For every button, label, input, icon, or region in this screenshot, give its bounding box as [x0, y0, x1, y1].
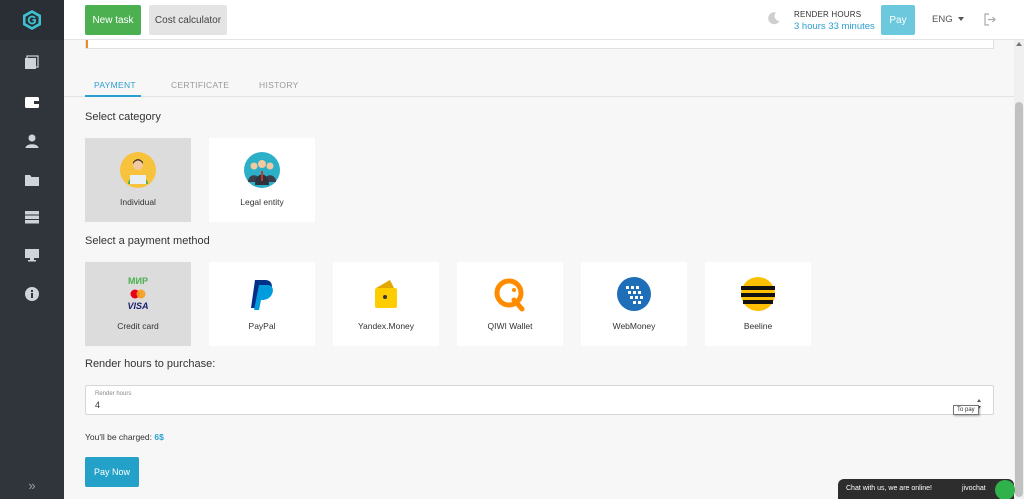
dashboard-icon [25, 55, 39, 69]
charged-amount: 6$ [154, 432, 164, 442]
yandex-money-icon [375, 280, 397, 308]
tab-payment[interactable]: PAYMENT [94, 80, 136, 90]
render-hours-field-label: Render hours [95, 391, 132, 397]
sidebar-item-wallet[interactable] [0, 83, 64, 121]
sidebar-item-info[interactable] [0, 275, 64, 313]
payment-webmoney-label: WebMoney [612, 321, 656, 331]
payment-webmoney[interactable]: WebMoney [581, 262, 687, 346]
payment-paypal-label: PayPal [248, 321, 276, 331]
scroll-up-icon[interactable] [1016, 42, 1022, 46]
stepper-up-icon[interactable] [977, 399, 981, 402]
language-selector[interactable]: ENG [932, 14, 964, 25]
payment-beeline-label: Beeline [743, 321, 773, 331]
payment-credit-card-label: Credit card [117, 321, 159, 331]
category-title: Select category [85, 111, 161, 123]
credit-card-icon: МИР VISA [115, 276, 161, 316]
active-tab-indicator [85, 95, 141, 97]
sidebar-item-dashboard[interactable] [0, 44, 64, 82]
legal-entity-group-icon [244, 152, 280, 188]
info-icon [25, 287, 39, 301]
beeline-icon [741, 277, 775, 311]
tabs: PAYMENT CERTIFICATE HISTORY [64, 74, 1014, 97]
scrollbar-thumb[interactable] [1015, 102, 1023, 497]
category-individual[interactable]: Individual [85, 138, 191, 222]
render-hours-field[interactable]: Render hours [85, 385, 994, 415]
sidebar-item-monitor[interactable] [0, 236, 64, 274]
chat-brand: jivochat [962, 485, 986, 492]
charged-summary: You'll be charged: 6$ [85, 432, 164, 442]
payment-yandex-money[interactable]: Yandex.Money [333, 262, 439, 346]
top-bar: New task Cost calculator RENDER HOURS 3 … [64, 0, 1024, 40]
moon-icon[interactable] [767, 11, 781, 25]
pay-button[interactable]: Pay [881, 5, 915, 35]
qiwi-icon [494, 278, 525, 312]
server-icon [25, 211, 39, 224]
new-task-button[interactable]: New task [85, 5, 141, 35]
payment-method-title: Select a payment method [85, 235, 210, 247]
sidebar: » [0, 0, 64, 499]
tab-history[interactable]: HISTORY [259, 80, 299, 90]
payment-credit-card[interactable]: МИР VISA Credit card [85, 262, 191, 346]
sidebar-item-folder[interactable] [0, 161, 64, 199]
cost-calculator-button[interactable]: Cost calculator [149, 5, 227, 35]
user-icon [25, 134, 39, 148]
visa-logo: VISA [127, 301, 149, 311]
chat-message: Chat with us, we are online! [846, 485, 932, 492]
individual-person-icon [120, 152, 156, 188]
render-hours-purchase-title: Render hours to purchase: [85, 358, 216, 370]
render-hours-input[interactable] [95, 400, 395, 410]
sidebar-collapse-button[interactable]: » [0, 478, 64, 493]
sidebar-item-user[interactable] [0, 122, 64, 160]
progress-strip [85, 40, 994, 49]
scrollbar[interactable] [1014, 40, 1024, 499]
pay-now-button[interactable]: Pay Now [85, 457, 139, 487]
category-individual-label: Individual [120, 197, 156, 207]
payment-beeline[interactable]: Beeline [705, 262, 811, 346]
tab-certificate[interactable]: CERTIFICATE [171, 80, 229, 90]
monitor-icon [25, 249, 39, 262]
payment-qiwi-wallet[interactable]: QIWI Wallet [457, 262, 563, 346]
sidebar-item-server[interactable] [0, 198, 64, 236]
logout-icon[interactable] [984, 13, 996, 26]
charged-prefix: You'll be charged: [85, 432, 152, 442]
app-logo-icon [23, 10, 41, 30]
chat-status-icon [995, 480, 1015, 499]
category-legal-entity-label: Legal entity [240, 197, 284, 207]
render-hours-value: 3 hours 33 minutes [794, 21, 875, 32]
webmoney-globe-icon [617, 277, 651, 311]
payment-paypal[interactable]: PayPal [209, 262, 315, 346]
mir-logo: МИР [128, 276, 148, 286]
payment-qiwi-wallet-label: QIWI Wallet [487, 321, 533, 331]
language-label: ENG [932, 14, 953, 25]
folder-icon [25, 175, 39, 186]
mastercard-icon [130, 289, 146, 299]
paypal-icon [251, 280, 273, 310]
logo[interactable] [0, 0, 64, 40]
to-pay-tooltip: To pay [953, 405, 979, 415]
wallet-icon [25, 97, 39, 108]
progress-fill [86, 40, 88, 48]
render-hours-label: RENDER HOURS [794, 10, 862, 19]
payment-yandex-money-label: Yandex.Money [357, 321, 415, 331]
chat-widget[interactable]: Chat with us, we are online! jivochat [838, 479, 1015, 499]
chevron-down-icon [957, 17, 964, 22]
category-legal-entity[interactable]: Legal entity [209, 138, 315, 222]
